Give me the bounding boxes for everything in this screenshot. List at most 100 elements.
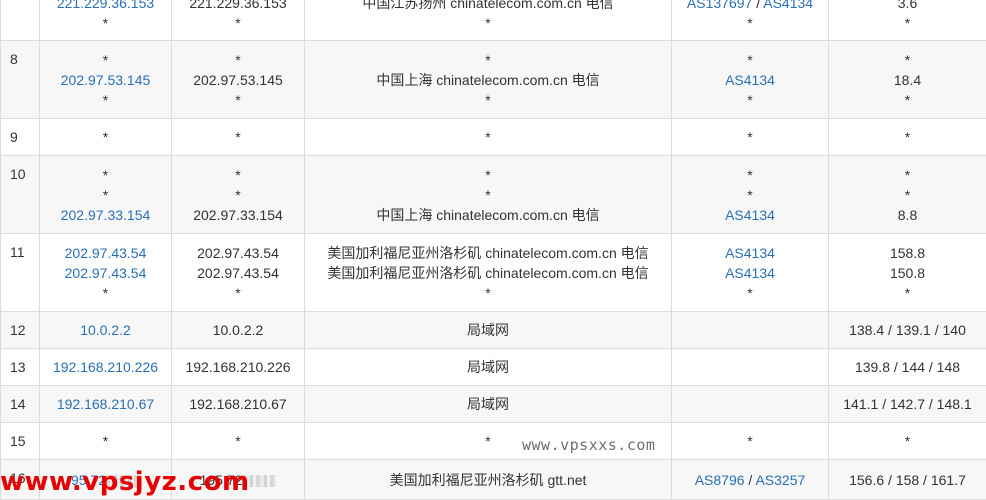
- hostname-line: 10.0.2.2: [172, 320, 304, 340]
- asn-link[interactable]: AS4134: [725, 265, 775, 281]
- hostname-cell: 221.229.36.153 *: [172, 0, 305, 41]
- rtt-line: 8.8: [829, 205, 986, 225]
- asn-cell: [672, 312, 829, 349]
- hostname-text: 202.97.53.145: [193, 72, 283, 88]
- asn-link[interactable]: AS8796: [695, 472, 745, 488]
- rtt-line: *: [829, 13, 986, 33]
- rtt-cell: 141.1 / 142.7 / 148.1: [829, 386, 986, 423]
- table-row: 221.229.36.153*221.229.36.153*中国江苏扬州 chi…: [1, 0, 986, 41]
- asn-cell: *: [672, 119, 829, 156]
- ip-link[interactable]: 192.168.210.226: [53, 359, 158, 375]
- star: *: [103, 285, 108, 301]
- rtt-line: *: [829, 127, 986, 147]
- hostname-text: 192.168.210.67: [189, 396, 286, 412]
- rtt-cell: 3.6*: [829, 0, 986, 41]
- rtt-cell: 156.6 / 158 / 161.7: [829, 460, 986, 500]
- hop-number: 12: [10, 322, 26, 338]
- hostname-cell: 192.168.210.67: [172, 386, 305, 423]
- asn-cell: AS8796 / AS3257: [672, 460, 829, 500]
- asn-link[interactable]: AS4134: [725, 72, 775, 88]
- ip-line: 202.97.43.54: [40, 243, 171, 263]
- star: *: [747, 433, 752, 449]
- location-line: *: [305, 13, 671, 33]
- star: *: [103, 129, 108, 145]
- table-row: 15*****: [1, 423, 986, 460]
- asn-line: AS8796 / AS3257: [672, 470, 828, 490]
- asn-line: *: [672, 90, 828, 110]
- rtt-line: 18.4: [829, 70, 986, 90]
- rtt-cell: *: [829, 423, 986, 460]
- rtt-line: 141.1 / 142.7 / 148.1: [829, 394, 986, 414]
- hostname-cell: *202.97.53.145*: [172, 41, 305, 119]
- hostname-text: *: [235, 187, 240, 203]
- ip-line: *: [40, 283, 171, 303]
- hop-cell: 13: [1, 349, 40, 386]
- asn-link[interactable]: AS4134: [763, 0, 813, 11]
- hostname-line: *: [172, 431, 304, 451]
- location-line: 局域网: [305, 357, 671, 377]
- ip-line: 202.97.53.145: [40, 70, 171, 90]
- ip-link[interactable]: 202.97.43.54: [65, 265, 147, 281]
- rtt-line: *: [829, 283, 986, 303]
- hostname-line: *: [172, 185, 304, 205]
- hostname-text: *: [235, 433, 240, 449]
- hostname-line: 221.229.36.153: [172, 0, 304, 13]
- ip-link[interactable]: 202.97.43.54: [65, 245, 147, 261]
- location-cell: 局域网: [305, 349, 672, 386]
- asn-line: [672, 394, 828, 414]
- hop-number: 8: [10, 51, 18, 67]
- star: *: [103, 92, 108, 108]
- hop-cell: 10: [1, 156, 40, 234]
- star: *: [747, 285, 752, 301]
- asn-link[interactable]: AS4134: [725, 207, 775, 223]
- hostname-line: 192.168.210.67: [172, 394, 304, 414]
- ip-link[interactable]: 221.229.36.153: [57, 0, 154, 11]
- hostname-text: 202.97.43.54: [197, 265, 279, 281]
- asn-line: *: [672, 185, 828, 205]
- location-line: *: [305, 165, 671, 185]
- star: *: [747, 52, 752, 68]
- table-row: 1210.0.2.210.0.2.2局域网138.4 / 139.1 / 140: [1, 312, 986, 349]
- location-line: 美国加利福尼亚州洛杉矶 chinatelecom.com.cn 电信: [305, 243, 671, 263]
- ip-line: *: [40, 165, 171, 185]
- hostname-cell: 10.0.2.2: [172, 312, 305, 349]
- ip-line: *: [40, 90, 171, 110]
- star: *: [747, 167, 752, 183]
- hostname-line: *: [172, 90, 304, 110]
- table-row: 9*****: [1, 119, 986, 156]
- hostname-line: 192.168.210.226: [172, 357, 304, 377]
- ip-link[interactable]: 192.168.210.67: [57, 396, 154, 412]
- ip-line: 192.168.210.226: [40, 357, 171, 377]
- ip-cell: *: [40, 423, 172, 460]
- table-row: 10**202.97.33.154**202.97.33.154**中国上海 c…: [1, 156, 986, 234]
- asn-line: AS4134: [672, 205, 828, 225]
- rtt-cell: *: [829, 119, 986, 156]
- asn-line: AS4134: [672, 243, 828, 263]
- ip-cell: 192.168.210.67: [40, 386, 172, 423]
- rtt-line: *: [829, 90, 986, 110]
- hostname-text: *: [235, 15, 240, 31]
- ip-line: 202.97.43.54: [40, 263, 171, 283]
- ip-link[interactable]: 202.97.53.145: [61, 72, 151, 88]
- hostname-text: *: [235, 92, 240, 108]
- location-line: 美国加利福尼亚州洛杉矶 chinatelecom.com.cn 电信: [305, 263, 671, 283]
- star: *: [747, 187, 752, 203]
- asn-line: *: [672, 13, 828, 33]
- asn-cell: * * AS4134: [672, 156, 829, 234]
- ip-line: *: [40, 50, 171, 70]
- hostname-line: *: [172, 13, 304, 33]
- hostname-cell: *: [172, 423, 305, 460]
- ip-link[interactable]: 202.97.33.154: [61, 207, 151, 223]
- location-line: 局域网: [305, 320, 671, 340]
- ip-line: 221.229.36.153: [40, 0, 171, 13]
- asn-link[interactable]: AS4134: [725, 245, 775, 261]
- hostname-line: 202.97.53.145: [172, 70, 304, 90]
- hostname-text: 10.0.2.2: [213, 322, 264, 338]
- asn-link[interactable]: AS3257: [755, 472, 805, 488]
- ip-line: 10.0.2.2: [40, 320, 171, 340]
- asn-link[interactable]: AS137697: [687, 0, 752, 11]
- asn-line: *: [672, 50, 828, 70]
- ip-cell: 221.229.36.153*: [40, 0, 172, 41]
- ip-link[interactable]: 10.0.2.2: [80, 322, 131, 338]
- location-line: 美国加利福尼亚州洛杉矶 gtt.net: [305, 470, 671, 490]
